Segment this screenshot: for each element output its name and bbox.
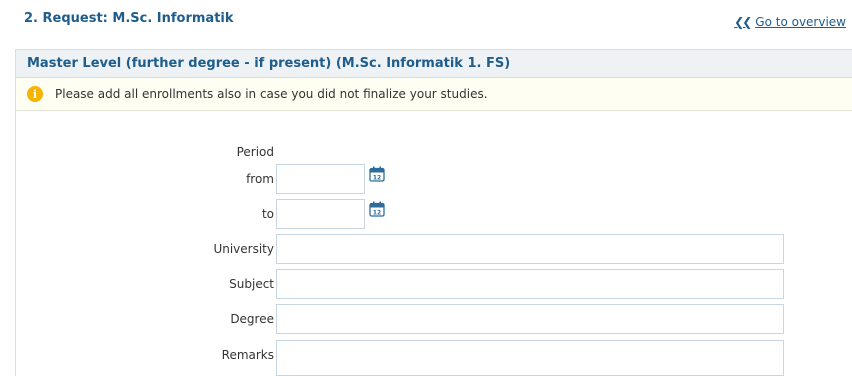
- degree-input[interactable]: [276, 304, 784, 334]
- info-message-bar: i Please add all enrollments also in cas…: [16, 78, 852, 111]
- calendar-day: 12: [373, 210, 381, 217]
- to-label: to: [261, 207, 274, 221]
- remarks-textarea[interactable]: [276, 340, 784, 376]
- info-icon: i: [27, 86, 43, 102]
- university-label: University: [213, 242, 274, 256]
- from-label: from: [246, 172, 274, 186]
- go-to-overview-label: Go to overview: [755, 15, 846, 29]
- subject-input[interactable]: [276, 269, 784, 299]
- double-chevron-left-icon: ❮❮: [734, 15, 752, 29]
- calendar-icon[interactable]: 12: [369, 166, 385, 182]
- period-to-input[interactable]: [276, 199, 365, 229]
- subject-label: Subject: [229, 277, 274, 291]
- info-message: Please add all enrollments also in case …: [55, 87, 488, 101]
- period-label: Period: [236, 145, 274, 159]
- remarks-label: Remarks: [221, 348, 274, 362]
- go-to-overview-link[interactable]: ❮❮ Go to overview: [734, 15, 846, 29]
- panel-title: Master Level (further degree - if presen…: [16, 50, 852, 78]
- calendar-day: 12: [373, 175, 381, 182]
- request-title: 2. Request: M.Sc. Informatik: [24, 11, 234, 26]
- period-from-input[interactable]: [276, 164, 365, 194]
- calendar-icon[interactable]: 12: [369, 201, 385, 217]
- degree-label: Degree: [230, 312, 274, 326]
- university-input[interactable]: [276, 234, 784, 264]
